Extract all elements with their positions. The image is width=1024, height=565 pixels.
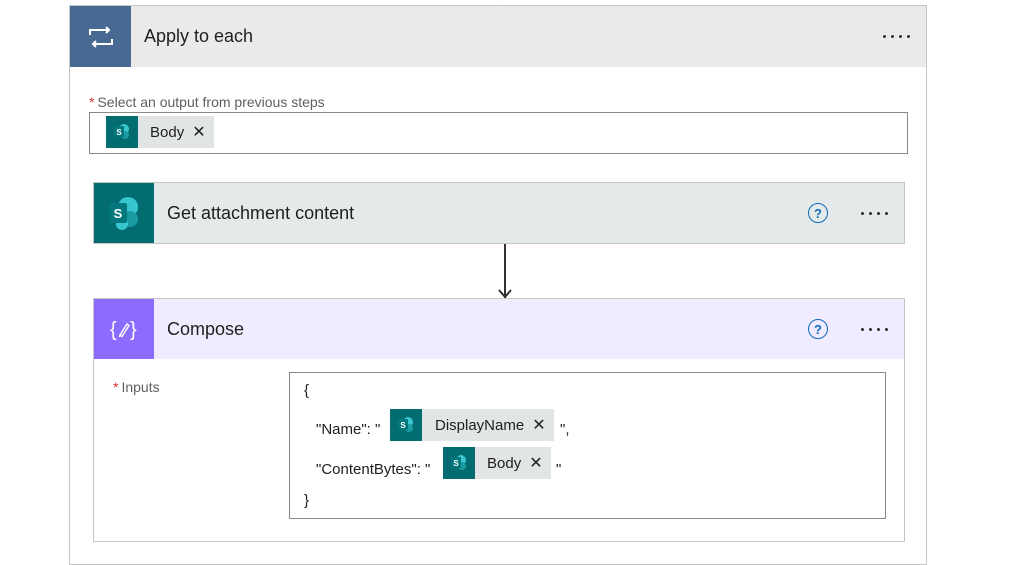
connector-arrow-top — [498, 0, 500, 1]
compose-inputs-field[interactable]: { "Name": " S DisplayName ✕ ", "ContentB… — [289, 372, 886, 519]
get-attachment-content-title: Get attachment content — [167, 202, 355, 223]
contentbytes-suffix: " — [556, 461, 562, 478]
sharepoint-icon: S — [390, 409, 422, 441]
body-token[interactable]: S Body ✕ — [106, 116, 214, 148]
sharepoint-icon: S — [94, 183, 154, 243]
remove-token-icon[interactable]: ✕ — [192, 122, 205, 142]
body-token[interactable]: S Body ✕ — [443, 447, 551, 479]
apply-to-each-header[interactable]: Apply to each — [70, 6, 926, 67]
svg-text:{: { — [110, 319, 117, 341]
compose-icon: { } — [94, 299, 154, 359]
svg-text:S: S — [114, 206, 123, 221]
svg-text:S: S — [400, 421, 406, 430]
select-output-input[interactable]: S Body ✕ — [89, 112, 908, 154]
get-attachment-content-card: S Get attachment content ? — [93, 182, 905, 244]
compose-card: { } Compose ? * Inputs { "Name": " S Dis… — [93, 298, 905, 542]
close-brace: } — [304, 492, 310, 509]
compose-header[interactable]: { } Compose ? — [94, 299, 904, 359]
displayname-token[interactable]: S DisplayName ✕ — [390, 409, 554, 441]
svg-text:S: S — [453, 459, 459, 468]
name-suffix: ", — [560, 421, 570, 438]
apply-to-each-title: Apply to each — [144, 26, 254, 46]
contentbytes-key: "ContentBytes": " — [316, 461, 431, 478]
sharepoint-icon: S — [443, 447, 475, 479]
help-icon[interactable]: ? — [808, 203, 828, 223]
select-output-label: * Select an output from previous steps — [89, 94, 325, 110]
inputs-label: * Inputs — [113, 379, 160, 395]
open-brace: { — [304, 382, 310, 399]
more-options-icon[interactable] — [861, 328, 888, 331]
sharepoint-icon: S — [106, 116, 138, 148]
svg-text:S: S — [116, 128, 122, 137]
svg-text:}: } — [130, 319, 137, 341]
help-icon[interactable]: ? — [808, 319, 828, 339]
remove-token-icon[interactable]: ✕ — [529, 453, 542, 473]
compose-title: Compose — [167, 318, 245, 339]
more-options-icon[interactable] — [861, 212, 888, 215]
apply-to-each-card: Apply to each * Select an output from pre… — [69, 5, 927, 565]
get-attachment-content-header[interactable]: S Get attachment content ? — [94, 183, 904, 243]
name-key: "Name": " — [316, 421, 381, 438]
loop-icon — [70, 6, 131, 67]
more-options-icon[interactable] — [883, 35, 910, 38]
connector-arrow — [498, 244, 512, 299]
remove-token-icon[interactable]: ✕ — [532, 415, 545, 435]
